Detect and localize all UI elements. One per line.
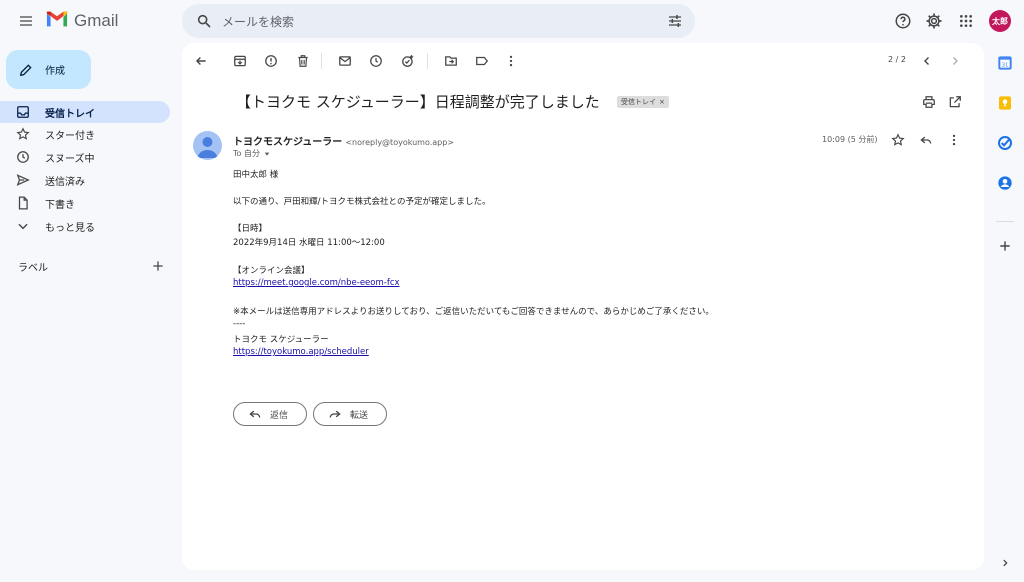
- body-datetime-heading: 【日時】: [233, 224, 268, 234]
- add-label-icon[interactable]: [146, 254, 170, 278]
- gmail-logo-icon[interactable]: [46, 10, 68, 28]
- sidebar-item-more[interactable]: もっと見る: [0, 215, 170, 237]
- compose-label: 作成: [45, 66, 65, 77]
- label-chip-text: 受信トレイ: [621, 98, 656, 106]
- main-menu-icon[interactable]: [14, 9, 38, 33]
- email-subject: 【トヨクモ スケジューラー】日程調整が完了しました: [236, 93, 600, 111]
- calendar-icon[interactable]: 31: [997, 55, 1013, 71]
- toolbar-divider: [321, 53, 322, 69]
- chevron-down-icon: [16, 219, 30, 233]
- sidebar-item-sent[interactable]: 送信済み: [0, 169, 170, 191]
- labels-heading: ラベル: [18, 263, 48, 274]
- star-icon: [16, 127, 30, 141]
- sidebar-item-snoozed[interactable]: スヌーズ中: [0, 146, 170, 168]
- search-icon[interactable]: [192, 9, 216, 33]
- sender-avatar[interactable]: [193, 131, 222, 160]
- report-spam-icon[interactable]: [259, 49, 283, 73]
- chevron-left-icon[interactable]: [915, 49, 939, 73]
- sidebar-item-label: 送信済み: [45, 177, 85, 188]
- contacts-icon[interactable]: [997, 175, 1013, 191]
- chevron-right-icon[interactable]: [943, 49, 967, 73]
- search-input[interactable]: メールを検索: [222, 13, 294, 30]
- sidebar-item-inbox[interactable]: 受信トレイ: [0, 101, 170, 123]
- body-greeting: 田中太郎 様: [233, 170, 279, 180]
- reply-arrow-icon[interactable]: [914, 128, 938, 152]
- archive-icon[interactable]: [228, 49, 252, 73]
- apps-grid-icon[interactable]: [954, 9, 978, 33]
- gmail-logo-text[interactable]: Gmail: [74, 11, 118, 31]
- help-icon[interactable]: [891, 9, 915, 33]
- trash-icon[interactable]: [291, 49, 315, 73]
- expand-panel-chevron-icon[interactable]: [993, 551, 1017, 575]
- snooze-clock-icon[interactable]: [364, 49, 388, 73]
- move-to-folder-icon[interactable]: [439, 49, 463, 73]
- clock-icon: [16, 150, 30, 164]
- search-bar[interactable]: メールを検索: [182, 4, 695, 38]
- sidebar-item-starred[interactable]: スター付き: [0, 123, 170, 145]
- email-timestamp: 10:09 (5 分前): [822, 135, 878, 144]
- add-addon-icon[interactable]: [993, 234, 1017, 258]
- recipient-line[interactable]: To 自分: [233, 148, 271, 159]
- sidebar-item-label: 下書き: [45, 200, 75, 211]
- open-new-window-icon[interactable]: [943, 90, 967, 114]
- body-intro: 以下の通り、戸田和輝/トヨクモ株式会社との予定が確定しました。: [233, 197, 491, 207]
- reply-button[interactable]: 返信: [233, 402, 307, 426]
- mark-unread-icon[interactable]: [333, 49, 357, 73]
- meeting-link[interactable]: https://meet.google.com/nbe-eeom-fcx: [233, 278, 400, 288]
- sidebar-item-drafts[interactable]: 下書き: [0, 192, 170, 214]
- more-vert-icon[interactable]: [499, 49, 523, 73]
- toolbar-divider: [427, 53, 428, 69]
- send-icon: [16, 173, 30, 187]
- body-signature: トヨクモ スケジューラー: [233, 335, 329, 345]
- sidebar-item-label: スヌーズ中: [45, 154, 95, 165]
- inbox-icon: [16, 105, 30, 119]
- sidebar-item-label: スター付き: [45, 131, 95, 142]
- remove-label-icon[interactable]: ×: [659, 98, 665, 106]
- print-icon[interactable]: [917, 90, 941, 114]
- label-tag-icon[interactable]: [470, 49, 494, 73]
- body-datetime: 2022年9月14日 水曜日 11:00〜12:00: [233, 238, 385, 248]
- star-icon[interactable]: [886, 128, 910, 152]
- more-vert-icon[interactable]: [942, 128, 966, 152]
- reply-arrow-icon: [248, 407, 262, 421]
- search-options-icon[interactable]: [663, 9, 687, 33]
- signature-link[interactable]: https://toyokumo.app/scheduler: [233, 347, 369, 357]
- sidebar-item-label: 受信トレイ: [45, 109, 95, 120]
- sidebar-item-label: もっと見る: [45, 223, 95, 234]
- pencil-icon: [19, 63, 33, 77]
- sender-name[interactable]: トヨクモスケジューラー: [233, 137, 342, 148]
- back-arrow-icon[interactable]: [189, 49, 213, 73]
- sender-email: <noreply@toyokumo.app>: [345, 138, 455, 147]
- tasks-icon[interactable]: [997, 135, 1013, 151]
- svg-text:31: 31: [1002, 62, 1009, 68]
- forward-arrow-icon: [328, 407, 342, 421]
- add-task-icon[interactable]: [396, 49, 420, 73]
- recipient-text: To 自分: [233, 149, 260, 158]
- forward-button-label: 転送: [350, 410, 369, 421]
- body-notice: ※本メールは送信専用アドレスよりお送りしており、ご返信いただいてもご回答できませ…: [233, 307, 714, 317]
- reply-button-label: 返信: [270, 410, 289, 421]
- sender-info: トヨクモスケジューラー <noreply@toyokumo.app>: [233, 133, 454, 148]
- body-meeting-heading: 【オンライン会議】: [233, 266, 310, 276]
- draft-icon: [16, 196, 30, 210]
- settings-gear-icon[interactable]: [922, 9, 946, 33]
- caret-down-icon[interactable]: [263, 150, 271, 158]
- keep-notes-icon[interactable]: [997, 95, 1013, 111]
- account-avatar[interactable]: 太郎: [989, 10, 1011, 32]
- forward-button[interactable]: 転送: [313, 402, 387, 426]
- inbox-label-chip[interactable]: 受信トレイ ×: [617, 96, 669, 108]
- rail-divider: [996, 221, 1014, 222]
- compose-button[interactable]: 作成: [6, 50, 91, 89]
- pagination-count: 2 / 2: [888, 55, 906, 64]
- body-separator: ----: [233, 319, 246, 329]
